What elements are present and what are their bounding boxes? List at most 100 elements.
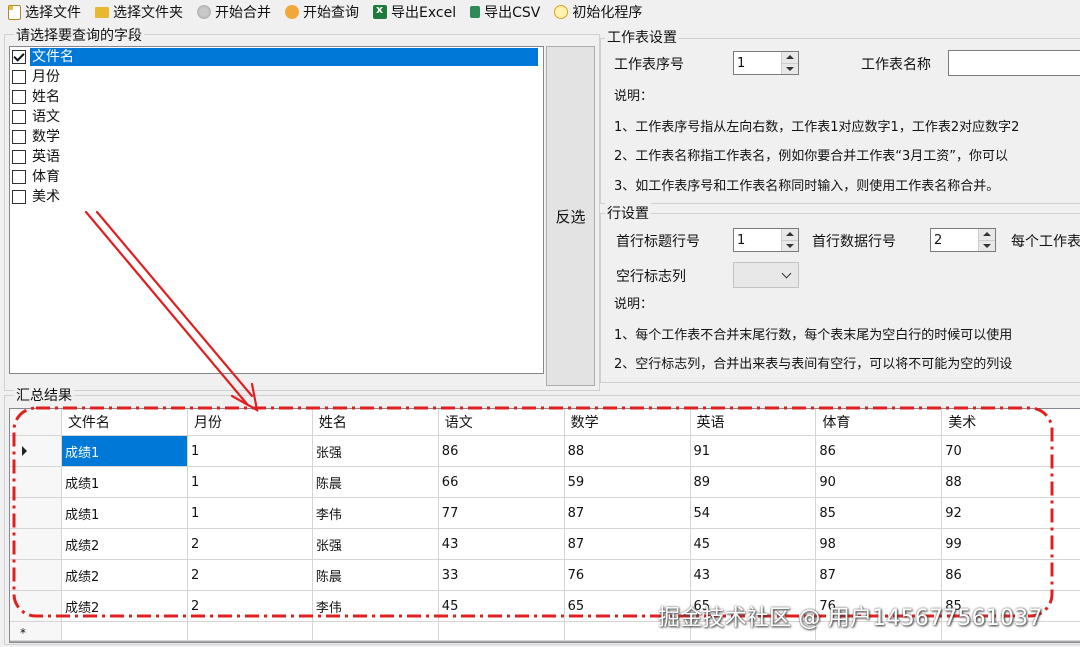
table-row[interactable]: 成绩2 2 陈晨 33 76 43 87 86 [10, 559, 1080, 591]
init-program-button[interactable]: 初始化程序 [554, 2, 642, 22]
table-row[interactable]: 成绩2 2 张强 43 87 45 98 99 [10, 528, 1080, 560]
row-header-corner[interactable] [10, 409, 62, 436]
table-cell[interactable]: 85 [815, 497, 943, 529]
table-row[interactable]: 成绩1 1 陈晨 66 59 89 90 88 [10, 466, 1080, 498]
checkbox-art[interactable] [12, 190, 26, 204]
table-cell[interactable]: 86 [815, 435, 943, 467]
table-cell[interactable]: 66 [438, 466, 565, 498]
field-item-name[interactable]: 姓名 [10, 87, 543, 107]
row-header[interactable] [10, 590, 62, 622]
column-header[interactable]: 语文 [438, 409, 565, 436]
sheet-index-spin-buttons[interactable] [781, 52, 798, 74]
header-row-value[interactable]: 1 [734, 233, 781, 248]
table-cell[interactable]: 86 [941, 559, 1080, 591]
table-cell[interactable]: 2 [187, 590, 313, 622]
start-query-button[interactable]: 开始查询 [285, 2, 359, 22]
invert-selection-button[interactable]: 反选 [546, 46, 595, 386]
start-merge-button[interactable]: 开始合并 [197, 2, 271, 22]
table-cell[interactable]: 99 [941, 528, 1080, 560]
table-cell[interactable]: 1 [187, 497, 313, 529]
data-row-spinner[interactable]: 2 [930, 228, 996, 252]
table-cell[interactable]: 92 [941, 497, 1080, 529]
table-cell[interactable]: 54 [690, 497, 817, 529]
column-header[interactable]: 美术 [941, 409, 1080, 436]
blank-col-select[interactable] [733, 262, 799, 288]
field-item-filename[interactable]: 文件名 [10, 47, 543, 67]
checkbox-english[interactable] [12, 150, 26, 164]
table-cell[interactable] [61, 621, 188, 641]
field-item-chinese[interactable]: 语文 [10, 107, 543, 127]
field-item-pe[interactable]: 体育 [10, 167, 543, 187]
table-cell[interactable]: 李伟 [312, 590, 439, 622]
export-csv-button[interactable]: 导出CSV [470, 2, 540, 22]
row-header[interactable] [10, 435, 62, 467]
table-cell[interactable]: 成绩1 [61, 435, 188, 467]
table-cell[interactable]: 77 [438, 497, 565, 529]
table-cell[interactable]: 98 [815, 528, 943, 560]
checkbox-chinese[interactable] [12, 110, 26, 124]
checkbox-name[interactable] [12, 90, 26, 104]
field-item-math[interactable]: 数学 [10, 127, 543, 147]
table-cell[interactable]: 成绩2 [61, 528, 188, 560]
field-checklist[interactable]: 文件名 月份 姓名 语文 数学 英语 体育 美术 [9, 46, 544, 374]
spin-up-icon[interactable] [782, 229, 798, 241]
row-header[interactable] [10, 559, 62, 591]
select-folder-button[interactable]: 选择文件夹 [95, 2, 183, 22]
table-cell[interactable]: 87 [564, 497, 691, 529]
table-cell[interactable]: 86 [438, 435, 565, 467]
column-header[interactable]: 月份 [187, 409, 313, 436]
row-header[interactable] [10, 466, 62, 498]
field-item-month[interactable]: 月份 [10, 67, 543, 87]
table-cell[interactable]: 1 [187, 466, 313, 498]
table-cell[interactable]: 45 [438, 590, 565, 622]
spin-down-icon[interactable] [782, 63, 798, 74]
column-header[interactable]: 英语 [690, 409, 817, 436]
table-cell[interactable]: 张强 [312, 435, 439, 467]
header-row-spin-buttons[interactable] [781, 229, 798, 251]
table-cell[interactable]: 91 [690, 435, 817, 467]
table-cell[interactable] [438, 621, 565, 641]
select-file-button[interactable]: 选择文件 [8, 2, 81, 22]
checkbox-math[interactable] [12, 130, 26, 144]
table-cell[interactable]: 成绩1 [61, 466, 188, 498]
table-cell[interactable] [312, 621, 439, 641]
table-row[interactable]: 成绩1 1 李伟 77 87 54 85 92 [10, 497, 1080, 529]
table-cell[interactable]: 70 [941, 435, 1080, 467]
table-cell[interactable]: 2 [187, 528, 313, 560]
spin-down-icon[interactable] [979, 240, 995, 251]
column-header[interactable]: 体育 [815, 409, 943, 436]
export-excel-button[interactable]: 导出Excel [373, 2, 456, 22]
table-cell[interactable]: 88 [564, 435, 691, 467]
table-cell[interactable]: 45 [690, 528, 817, 560]
sheet-name-input[interactable] [948, 50, 1080, 76]
sheet-index-spinner[interactable]: 1 [733, 51, 799, 75]
checkbox-month[interactable] [12, 70, 26, 84]
table-cell[interactable]: 陈晨 [312, 466, 439, 498]
table-row[interactable]: 成绩1 1 张强 86 88 91 86 70 [10, 435, 1080, 467]
table-cell[interactable]: 89 [690, 466, 817, 498]
data-row-value[interactable]: 2 [931, 233, 978, 248]
table-cell[interactable]: 76 [564, 559, 691, 591]
checkbox-pe[interactable] [12, 170, 26, 184]
table-cell[interactable]: 陈晨 [312, 559, 439, 591]
table-cell[interactable]: 43 [690, 559, 817, 591]
table-cell[interactable]: 90 [815, 466, 943, 498]
table-cell[interactable]: 张强 [312, 528, 439, 560]
spin-up-icon[interactable] [782, 52, 798, 64]
table-cell[interactable]: 43 [438, 528, 565, 560]
spin-down-icon[interactable] [782, 240, 798, 251]
field-item-art[interactable]: 美术 [10, 187, 543, 207]
row-header[interactable] [10, 528, 62, 560]
table-cell[interactable]: 成绩1 [61, 497, 188, 529]
table-cell[interactable]: 李伟 [312, 497, 439, 529]
table-cell[interactable]: 成绩2 [61, 590, 188, 622]
table-cell[interactable]: 1 [187, 435, 313, 467]
data-row-spin-buttons[interactable] [978, 229, 995, 251]
table-cell[interactable]: 成绩2 [61, 559, 188, 591]
table-cell[interactable]: 88 [941, 466, 1080, 498]
table-cell[interactable] [187, 621, 313, 641]
header-row-spinner[interactable]: 1 [733, 228, 799, 252]
table-cell[interactable]: 87 [564, 528, 691, 560]
checkbox-filename[interactable] [12, 50, 26, 64]
table-cell[interactable]: 87 [815, 559, 943, 591]
